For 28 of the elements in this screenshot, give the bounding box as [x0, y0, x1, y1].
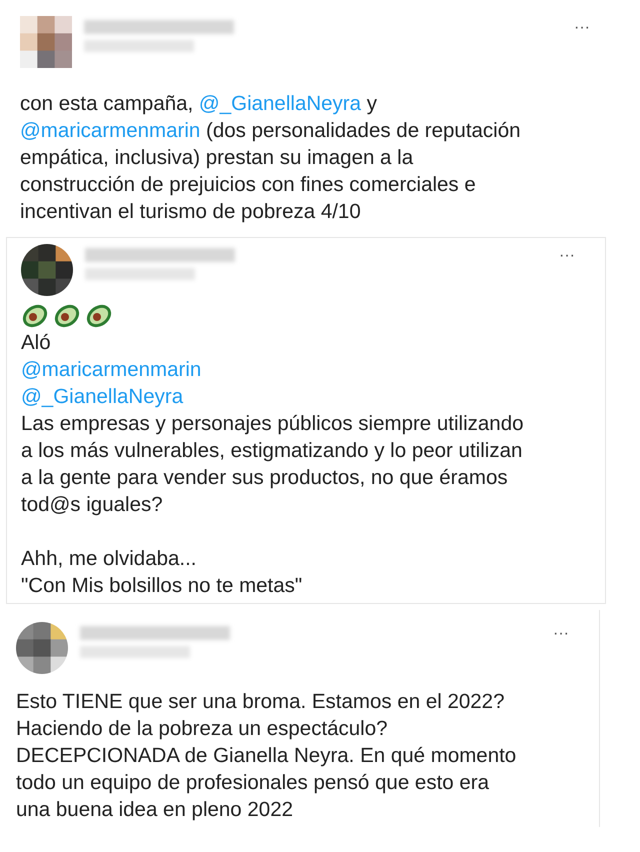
tweet-text: "Con Mis bolsillos no te metas"	[21, 573, 302, 599]
tweet-text: con esta campaña,	[20, 91, 194, 117]
tweet-text: Ahh, me olvidaba...	[21, 546, 196, 572]
tweet-text: Esto TIENE que ser una broma. Estamos en el 2022?	[16, 689, 504, 715]
tweet-text: todo un equipo de profesionales pensó que esto era	[16, 770, 490, 796]
mention-link[interactable]: @_GianellaNeyra	[198, 90, 362, 117]
tweet-text: DECEPCIONADA de Gianella Neyra. En qué momento	[16, 743, 516, 769]
tweet-text: y	[366, 91, 377, 117]
tweet-text: tod@s iguales?	[21, 492, 163, 518]
tweet-text: incentivan el turismo de pobreza 4/10	[20, 199, 361, 225]
avocado-icon	[53, 302, 81, 328]
tweet-text: Las empresas y personajes públicos siempre utilizando	[21, 411, 524, 437]
tweet-text: Haciendo de la pobreza un espectáculo?	[16, 716, 388, 742]
more-options-button[interactable]: ···	[574, 20, 590, 36]
tweet-text: empática, inclusiva) prestan su imagen a la	[20, 145, 414, 171]
mention-link[interactable]: @maricarmenmarin	[20, 117, 200, 144]
more-options-button[interactable]: ···	[553, 626, 569, 642]
more-options-button[interactable]: ···	[559, 248, 575, 264]
tweet-text: a los más vulnerables, estigmatizando y lo peor utilizan	[21, 438, 522, 464]
tweet-text: Aló	[21, 330, 51, 356]
tweet-text: una buena idea en pleno 2022	[16, 797, 294, 823]
avocado-icon	[21, 302, 49, 328]
tweet-text: construcción de prejuicios con fines comerciales e	[20, 172, 476, 198]
tweet-text: a la gente para vender sus productos, no que éramos	[21, 465, 508, 491]
mention-link[interactable]: @maricarmenmarin	[21, 356, 202, 383]
tweet-text: (dos personalidades de reputación	[204, 118, 521, 144]
mention-link[interactable]: @_GianellaNeyra	[21, 383, 184, 410]
avocado-icon	[85, 302, 113, 328]
